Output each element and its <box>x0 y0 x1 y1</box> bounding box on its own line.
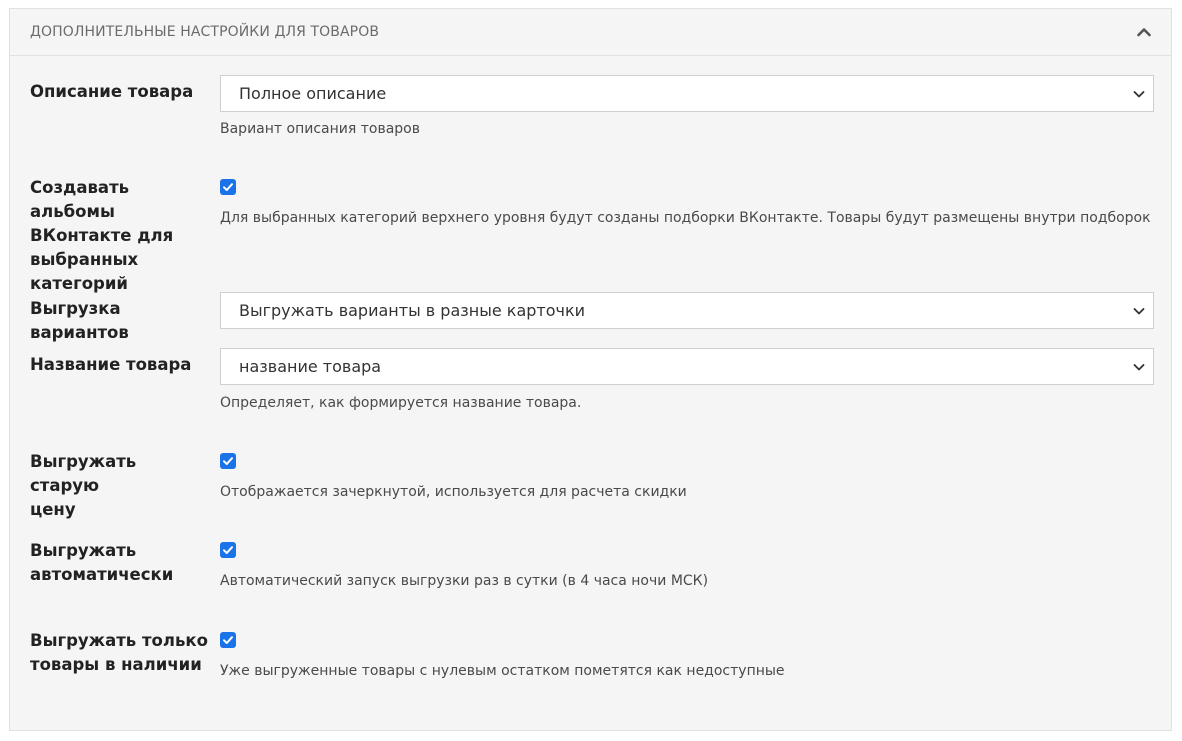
panel-title: ДОПОЛНИТЕЛЬНЫЕ НАСТРОЙКИ ДЛЯ ТОВАРОВ <box>30 24 380 40</box>
description-help: Вариант описания товаров <box>220 121 420 137</box>
variants-select[interactable]: Выгружать варианты в разные карточки <box>220 292 1154 329</box>
albums-label: Создавать альбомы ВКонтакте для выбранны… <box>30 176 210 296</box>
chevron-down-icon <box>1133 91 1145 98</box>
old-price-label-line-2: цену <box>30 500 76 519</box>
albums-label-line-3: выбранных <box>30 250 139 269</box>
description-select-value: Полное описание <box>239 84 387 103</box>
old-price-checkbox[interactable] <box>220 453 236 469</box>
auto-export-label-line-2: автоматически <box>30 565 174 584</box>
chevron-down-icon <box>1133 364 1145 371</box>
albums-checkbox[interactable] <box>220 179 236 195</box>
product-name-select-value: название товара <box>239 357 382 376</box>
in-stock-only-help: Уже выгруженные товары с нулевым остатко… <box>220 663 785 679</box>
albums-label-line-4: категорий <box>30 274 128 293</box>
in-stock-only-label-line-1: Выгружать только <box>30 631 208 650</box>
product-name-select[interactable]: название товара <box>220 348 1154 385</box>
checkmark-icon <box>223 636 233 644</box>
chevron-down-icon <box>1133 308 1145 315</box>
panel-header[interactable]: ДОПОЛНИТЕЛЬНЫЕ НАСТРОЙКИ ДЛЯ ТОВАРОВ <box>10 9 1171 56</box>
checkmark-icon <box>223 457 233 465</box>
albums-help: Для выбранных категорий верхнего уровня … <box>220 210 1151 226</box>
auto-export-help: Автоматический запуск выгрузки раз в сут… <box>220 573 709 589</box>
auto-export-checkbox[interactable] <box>220 542 236 558</box>
additional-product-settings-panel: ДОПОЛНИТЕЛЬНЫЕ НАСТРОЙКИ ДЛЯ ТОВАРОВ Опи… <box>9 8 1172 731</box>
old-price-label-line-1: Выгружать старую <box>30 452 137 495</box>
variants-select-value: Выгружать варианты в разные карточки <box>239 301 586 320</box>
albums-label-line-1: Создавать альбомы <box>30 178 130 221</box>
old-price-help: Отображается зачеркнутой, используется д… <box>220 484 687 500</box>
checkmark-icon <box>223 183 233 191</box>
in-stock-only-label: Выгружать только товары в наличии <box>30 629 210 677</box>
variants-label: Выгрузка вариантов <box>30 299 129 342</box>
product-name-help: Определяет, как формируется название тов… <box>220 395 582 411</box>
auto-export-label-line-1: Выгружать <box>30 541 137 560</box>
description-select[interactable]: Полное описание <box>220 75 1154 112</box>
auto-export-label: Выгружать автоматически <box>30 539 210 587</box>
albums-label-line-2: ВКонтакте для <box>30 226 174 245</box>
in-stock-only-checkbox[interactable] <box>220 632 236 648</box>
old-price-label: Выгружать старую цену <box>30 450 210 522</box>
in-stock-only-label-line-2: товары в наличии <box>30 655 202 674</box>
description-label: Описание товара <box>30 82 194 101</box>
product-name-label: Название товара <box>30 355 192 374</box>
chevron-up-icon[interactable] <box>1135 23 1153 41</box>
checkmark-icon <box>223 546 233 554</box>
